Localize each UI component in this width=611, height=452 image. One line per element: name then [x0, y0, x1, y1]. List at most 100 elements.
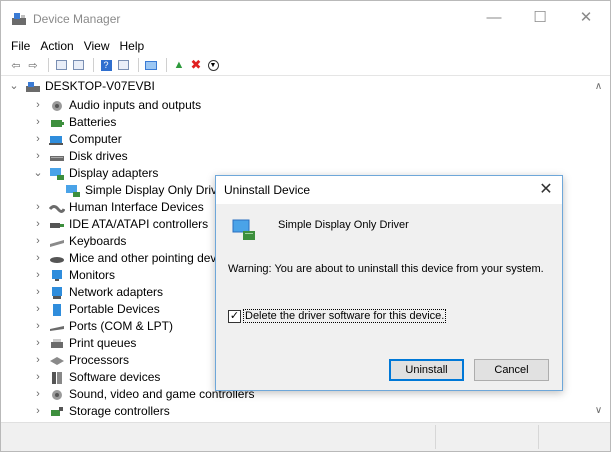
chevron-right-icon[interactable]: ›	[33, 216, 43, 233]
display-adapter-icon	[50, 167, 64, 180]
dialog-close-button[interactable]: ✕	[534, 180, 558, 200]
status-divider	[538, 425, 539, 449]
chevron-right-icon[interactable]: ›	[33, 114, 43, 131]
port-icon	[50, 325, 64, 331]
maximize-button[interactable]: ☐	[517, 1, 563, 33]
menu-action[interactable]: Action	[40, 37, 77, 55]
uninstall-device-dialog: Uninstall Device ✕ Simple Display Only D…	[215, 175, 563, 391]
tree-item-label: Audio inputs and outputs	[69, 98, 202, 112]
battery-icon	[51, 119, 64, 127]
update-driver-icon[interactable]: ▲	[172, 58, 186, 72]
title-bar: Device Manager — ☐ ✕	[1, 1, 610, 37]
tree-item-disk-drives[interactable]: › Disk drives	[33, 148, 128, 165]
delete-driver-checkbox[interactable]: ✓	[228, 309, 241, 323]
uninstall-button[interactable]: Uninstall	[389, 359, 464, 381]
tree-item-hid[interactable]: › Human Interface Devices	[33, 199, 204, 216]
chevron-right-icon[interactable]: ›	[33, 386, 43, 403]
window-title: Device Manager	[33, 12, 121, 26]
help-icon[interactable]: ?	[99, 58, 113, 72]
toolbar-separator	[93, 58, 94, 72]
chevron-right-icon[interactable]: ›	[33, 335, 43, 352]
chevron-right-icon[interactable]: ›	[33, 403, 43, 420]
computer-icon	[26, 81, 40, 92]
tree-item-label: Simple Display Only Drive	[85, 183, 224, 197]
delete-driver-checkbox-row[interactable]: ✓ Delete the driver software for this de…	[228, 309, 447, 323]
cancel-button[interactable]: Cancel	[474, 359, 549, 381]
tree-item-mice[interactable]: › Mice and other pointing devic	[33, 250, 225, 267]
menu-bar: File Action View Help	[1, 37, 610, 55]
mouse-icon	[50, 256, 64, 263]
chevron-right-icon[interactable]: ›	[33, 199, 43, 216]
disk-icon	[50, 155, 64, 161]
menu-file[interactable]: File	[11, 37, 34, 55]
properties-icon[interactable]	[54, 58, 68, 72]
minimize-button[interactable]: —	[471, 1, 517, 33]
tree-item-label: Mice and other pointing devic	[69, 251, 226, 265]
tree-root[interactable]: ⌄ DESKTOP-V07EVBI	[9, 78, 154, 95]
chevron-right-icon[interactable]: ›	[33, 267, 43, 284]
toolbar-divider	[1, 75, 610, 76]
close-button[interactable]: ✕	[563, 1, 609, 33]
disable-icon[interactable]: ▼	[206, 58, 220, 72]
processor-icon	[50, 356, 64, 365]
toolbar-separator	[166, 58, 167, 72]
tree-item-display-adapters[interactable]: ⌄ Display adapters	[33, 165, 158, 182]
hid-icon	[49, 204, 65, 213]
chevron-down-icon[interactable]: ⌄	[33, 165, 43, 182]
display-adapter-icon	[66, 184, 80, 197]
toolbar-separator	[48, 58, 49, 72]
tree-item-ide[interactable]: › IDE ATA/ATAPI controllers	[33, 216, 208, 233]
tree-item-label: IDE ATA/ATAPI controllers	[69, 217, 209, 231]
tree-item-print-queues[interactable]: › Print queues	[33, 335, 136, 352]
tree-item-batteries[interactable]: › Batteries	[33, 114, 116, 131]
menu-help[interactable]: Help	[120, 37, 149, 55]
monitor-icon	[52, 269, 62, 281]
console-tree-icon[interactable]	[71, 58, 85, 72]
network-icon	[52, 286, 62, 299]
chevron-right-icon[interactable]: ›	[33, 284, 43, 301]
portable-device-icon	[53, 303, 61, 316]
delete-driver-checkbox-label[interactable]: Delete the driver software for this devi…	[243, 309, 447, 323]
vertical-scrollbar[interactable]: ∧ ∨	[590, 78, 607, 420]
chevron-right-icon[interactable]: ›	[33, 301, 43, 318]
chevron-right-icon[interactable]: ›	[33, 352, 43, 369]
chevron-right-icon[interactable]: ›	[33, 250, 43, 267]
uninstall-icon[interactable]: ✖	[189, 57, 203, 72]
tree-item-network[interactable]: › Network adapters	[33, 284, 163, 301]
display-adapter-icon	[232, 219, 255, 240]
back-arrow-icon[interactable]: ⇦	[9, 58, 23, 72]
tree-item-portable[interactable]: › Portable Devices	[33, 301, 160, 318]
dialog-title-bar: Uninstall Device ✕	[216, 176, 562, 204]
tree-item-processors[interactable]: › Processors	[33, 352, 129, 369]
toolbar-separator	[138, 58, 139, 72]
tree-item-label: Computer	[69, 132, 122, 146]
tree-item-label: Software devices	[69, 370, 161, 384]
chevron-right-icon[interactable]: ›	[33, 131, 43, 148]
monitor-icon[interactable]	[144, 58, 158, 72]
tree-item-label: Disk drives	[69, 149, 128, 163]
tree-item-label: Batteries	[69, 115, 117, 129]
scroll-down-icon[interactable]: ∨	[590, 402, 607, 419]
chevron-right-icon[interactable]: ›	[33, 369, 43, 386]
menu-view[interactable]: View	[84, 37, 114, 55]
chevron-down-icon[interactable]: ⌄	[9, 78, 19, 95]
chevron-right-icon[interactable]: ›	[33, 318, 43, 335]
tree-item-monitors[interactable]: › Monitors	[33, 267, 115, 284]
tree-item-label: Processors	[69, 353, 130, 367]
chevron-right-icon[interactable]: ›	[33, 97, 43, 114]
tree-item-ports[interactable]: › Ports (COM & LPT)	[33, 318, 173, 335]
tree-item-audio[interactable]: › Audio inputs and outputs	[33, 97, 201, 114]
chevron-right-icon[interactable]: ›	[33, 148, 43, 165]
scroll-up-icon[interactable]: ∧	[590, 78, 607, 95]
tree-item-simple-display-driver[interactable]: Simple Display Only Drive	[65, 182, 224, 199]
tree-item-label: Keyboards	[69, 234, 127, 248]
chevron-right-icon[interactable]: ›	[33, 233, 43, 250]
tree-item-computer[interactable]: › Computer	[33, 131, 122, 148]
tree-item-storage[interactable]: › Storage controllers	[33, 403, 170, 420]
computer-list-icon[interactable]	[116, 58, 130, 72]
computer-icon	[49, 135, 63, 145]
forward-arrow-icon[interactable]: ⇨	[26, 58, 40, 72]
tree-item-label: Network adapters	[69, 285, 164, 299]
tree-item-software-devices[interactable]: › Software devices	[33, 369, 160, 386]
tree-item-keyboards[interactable]: › Keyboards	[33, 233, 126, 250]
